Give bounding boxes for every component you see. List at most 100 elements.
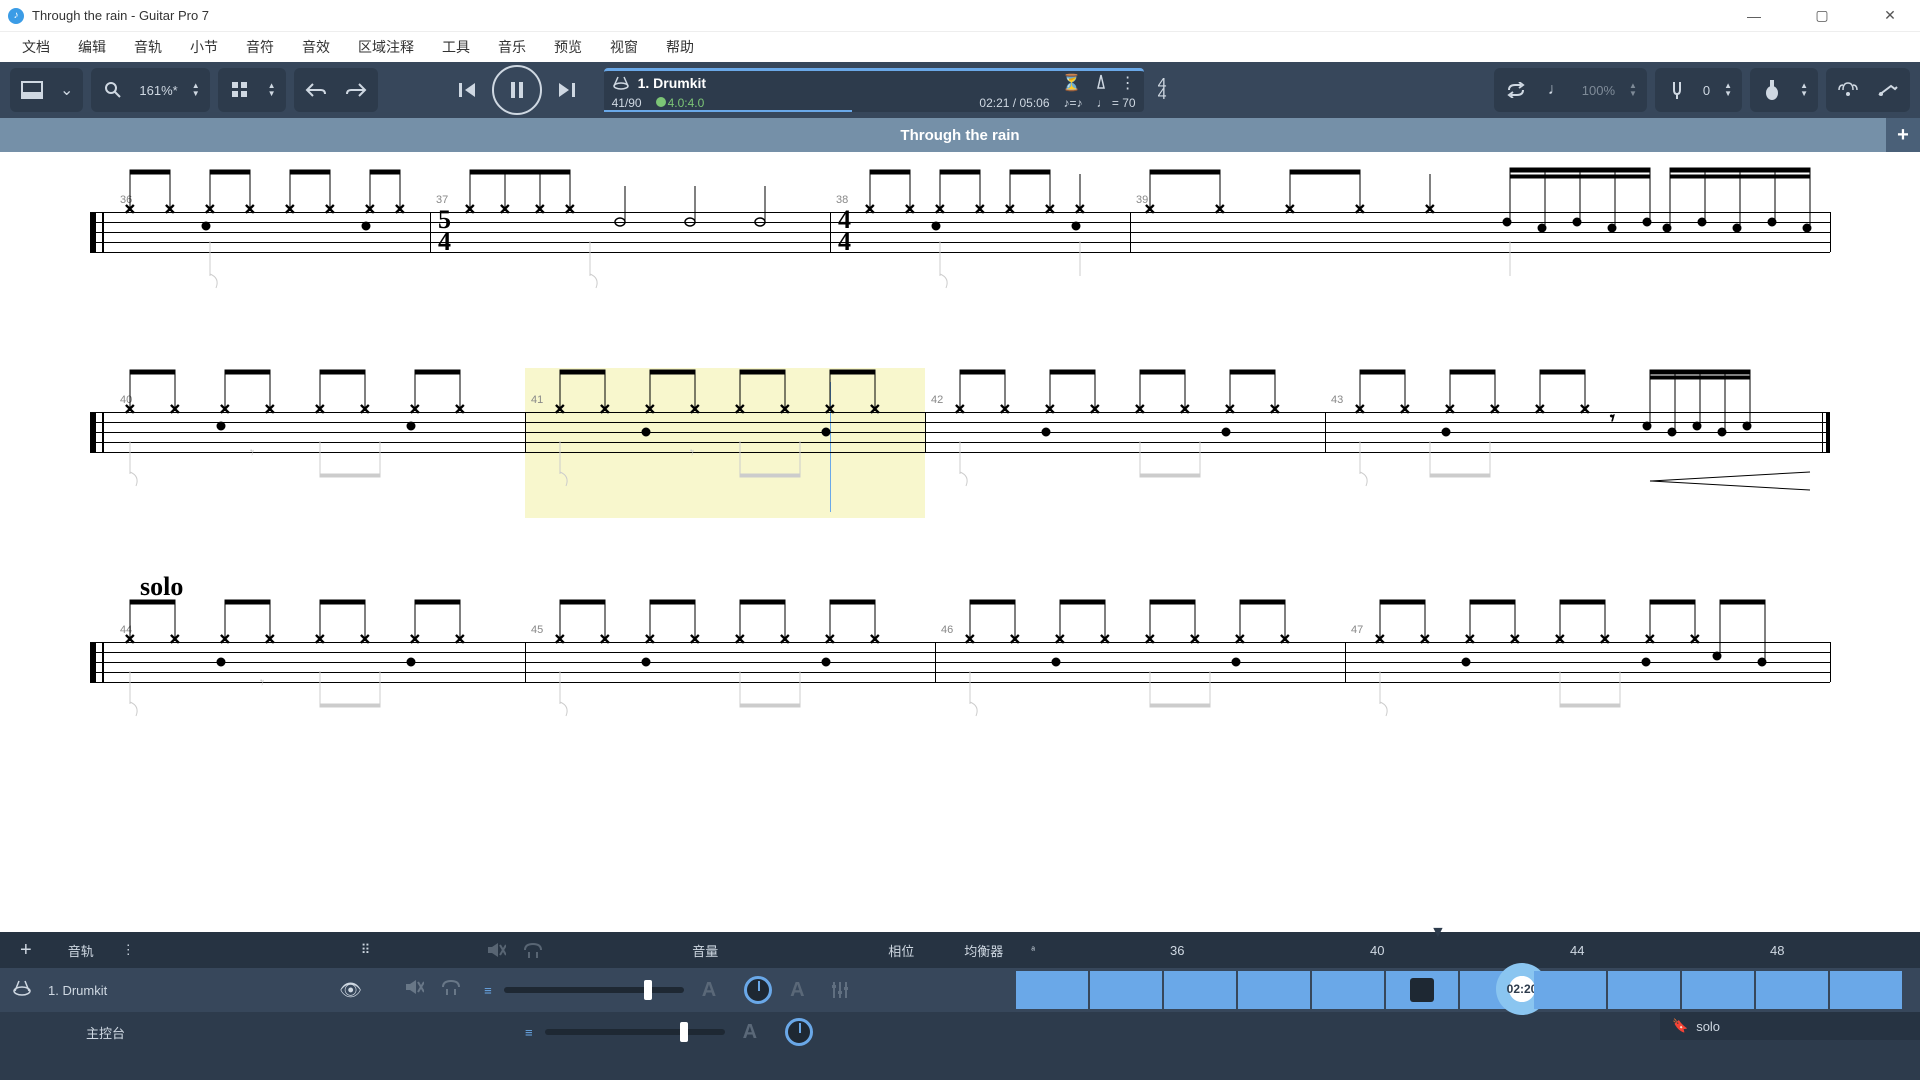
- svg-text:✕: ✕: [1004, 201, 1016, 217]
- layout-button[interactable]: [14, 72, 50, 108]
- loop-range: 4.0:4.0: [668, 96, 705, 110]
- layout-dropdown[interactable]: ⌄: [54, 72, 79, 108]
- menu-effects[interactable]: 音效: [288, 33, 344, 61]
- svg-text:✕: ✕: [1399, 401, 1411, 417]
- menu-tools[interactable]: 工具: [428, 33, 484, 61]
- display-stepper[interactable]: ▲▼: [262, 72, 282, 108]
- track-row[interactable]: 1. Drumkit 👁 ≡ A A 02:20: [0, 968, 1920, 1012]
- track-number: 1.: [638, 75, 650, 91]
- tuning-stepper[interactable]: ▲▼: [1718, 72, 1738, 108]
- undo-button[interactable]: [298, 72, 334, 108]
- svg-text:✕: ✕: [1599, 631, 1611, 647]
- svg-text:✕: ✕: [409, 631, 421, 647]
- loop-check-icon: [656, 97, 666, 107]
- svg-text:✕: ✕: [219, 631, 231, 647]
- minimize-button[interactable]: —: [1732, 2, 1776, 30]
- svg-text:✕: ✕: [534, 201, 546, 217]
- master-row[interactable]: 主控台 ≡ A: [0, 1012, 1920, 1052]
- track-name: Drumkit: [653, 75, 706, 91]
- close-button[interactable]: ✕: [1868, 2, 1912, 30]
- menu-sound[interactable]: 音乐: [484, 33, 540, 61]
- zoom-icon[interactable]: [95, 72, 131, 108]
- maximize-button[interactable]: ▢: [1800, 2, 1844, 30]
- menu-note[interactable]: 音符: [232, 33, 288, 61]
- timeline-blocks[interactable]: 02:20: [1016, 971, 1902, 1009]
- pan-knob[interactable]: [744, 976, 772, 1004]
- svg-text:✕: ✕: [1269, 401, 1281, 417]
- zoom-group: 161%* ▲▼: [91, 68, 209, 112]
- prev-button[interactable]: [446, 69, 488, 111]
- svg-text:✕: ✕: [1554, 631, 1566, 647]
- metronome-icon[interactable]: [1094, 73, 1108, 93]
- auto-vol-icon[interactable]: A: [702, 979, 716, 1002]
- track-panel-header: + 音轨 ⋮ ⠿ 音量 相位 均衡器 ᵃ 36 40 44 48 ▼: [0, 932, 1920, 968]
- svg-text:✕: ✕: [1234, 631, 1246, 647]
- menu-help[interactable]: 帮助: [652, 33, 708, 61]
- time-total: 05:06: [1019, 96, 1049, 110]
- menu-edit[interactable]: 编辑: [64, 33, 120, 61]
- track-drum-icon: [12, 978, 36, 1002]
- solo-all-icon[interactable]: [522, 941, 544, 959]
- zoom-stepper[interactable]: ▲▼: [186, 72, 206, 108]
- menu-section[interactable]: 区域注释: [344, 33, 428, 61]
- mute-icon[interactable]: [404, 978, 428, 1002]
- progress-bar[interactable]: [604, 110, 852, 112]
- titlebar: ♪ Through the rain - Guitar Pro 7 — ▢ ✕: [0, 0, 1920, 32]
- svg-text:✕: ✕: [314, 401, 326, 417]
- svg-text:✕: ✕: [599, 401, 611, 417]
- track-menu-dots[interactable]: ⋮: [122, 942, 135, 958]
- menu-window[interactable]: 视窗: [596, 33, 652, 61]
- display-grid-icon[interactable]: [222, 72, 258, 108]
- svg-text:✕: ✕: [934, 201, 946, 217]
- window-buttons: — ▢ ✕: [1732, 2, 1912, 30]
- add-track-button[interactable]: +: [12, 939, 40, 962]
- instrument-icon[interactable]: [1754, 72, 1790, 108]
- zoom-value[interactable]: 161%*: [135, 83, 181, 98]
- auto-pan-icon[interactable]: A: [790, 979, 804, 1002]
- svg-text:✕: ✕: [314, 631, 326, 647]
- eq-indicator: ᵃ: [1031, 945, 1035, 956]
- volume-slider[interactable]: [504, 987, 684, 993]
- next-button[interactable]: [546, 69, 588, 111]
- track-row-num: 1.: [48, 983, 59, 998]
- menu-view[interactable]: 预览: [540, 33, 596, 61]
- speed-stepper[interactable]: ▲▼: [1623, 72, 1643, 108]
- svg-text:✕: ✕: [359, 631, 371, 647]
- loop-button[interactable]: [1498, 72, 1534, 108]
- drag-handle-icon[interactable]: ⠿: [361, 942, 371, 958]
- eq-sliders-icon[interactable]: [829, 979, 851, 1001]
- svg-text:✕: ✕: [824, 401, 836, 417]
- track-info: 1. Drumkit ⏳ ⋮ 41/90 4.0:4.0 02:21 / 05:…: [604, 68, 1144, 112]
- pause-button[interactable]: [492, 65, 542, 115]
- add-tab-button[interactable]: +: [1886, 118, 1920, 152]
- instrument-group: ▲▼: [1750, 68, 1818, 112]
- svg-text:✕: ✕: [1134, 401, 1146, 417]
- menu-track[interactable]: 音轨: [120, 33, 176, 61]
- svg-text:✕: ✕: [1224, 401, 1236, 417]
- master-volume-slider[interactable]: [545, 1029, 725, 1035]
- solo-icon[interactable]: [440, 978, 464, 1002]
- header-pan-label: 相位: [876, 941, 926, 960]
- section-marker[interactable]: 🔖 solo: [1660, 1012, 1920, 1040]
- svg-text:✕: ✕: [869, 631, 881, 647]
- line-in-icon[interactable]: [1830, 72, 1866, 108]
- staff-row-3: 44 45 46 47 ✕✕ ✕✕ ✕✕ ✕✕ ✕✕ ✕✕ ✕✕ ✕✕ ✕✕ ✕…: [90, 642, 1830, 682]
- staff-row-1: 36 37 5 4 38 4 4 39 ✕✕ ✕✕ ✕✕ ✕✕ ✕✕✕✕: [90, 212, 1830, 252]
- visibility-icon[interactable]: 👁: [339, 980, 362, 1001]
- mute-all-icon[interactable]: [486, 941, 506, 959]
- countdown-icon[interactable]: ⏳: [1062, 73, 1082, 93]
- svg-text:✕: ✕: [999, 401, 1011, 417]
- track-menu-icon[interactable]: ⋮: [1120, 73, 1136, 93]
- score-area[interactable]: 36 37 5 4 38 4 4 39 ✕✕ ✕✕ ✕✕ ✕✕ ✕✕✕✕: [0, 152, 1920, 932]
- tuning-fork-icon[interactable]: [1659, 72, 1695, 108]
- menu-bar[interactable]: 小节: [176, 33, 232, 61]
- instrument-stepper[interactable]: ▲▼: [1794, 72, 1814, 108]
- menu-file[interactable]: 文档: [8, 33, 64, 61]
- master-pan-knob[interactable]: [785, 1018, 813, 1046]
- svg-text:✕: ✕: [1689, 631, 1701, 647]
- master-auto-vol-icon[interactable]: A: [743, 1021, 757, 1044]
- time-signature[interactable]: 44: [1152, 80, 1173, 100]
- guitar-jack-icon[interactable]: [1870, 72, 1906, 108]
- menubar: 文档 编辑 音轨 小节 音符 音效 区域注释 工具 音乐 预览 视窗 帮助: [0, 32, 1920, 62]
- redo-button[interactable]: [338, 72, 374, 108]
